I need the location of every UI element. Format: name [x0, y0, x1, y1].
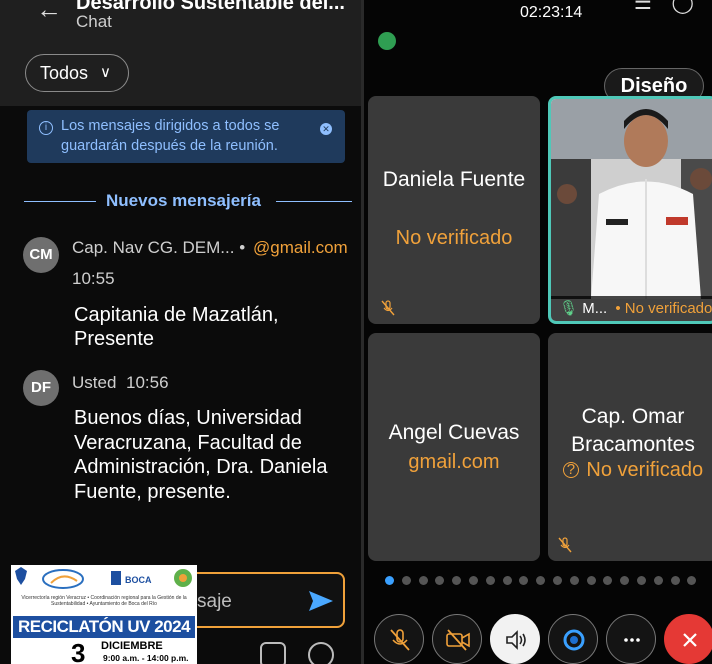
page-dot[interactable] — [519, 576, 529, 585]
participant-status: No verificado — [395, 227, 513, 249]
audience-filter-dropdown[interactable]: Todos ∨ — [25, 54, 129, 92]
poster-title: RECICLATÓN UV 2024 — [13, 616, 195, 638]
share-button[interactable] — [548, 614, 598, 664]
end-call-button[interactable] — [664, 614, 712, 664]
mute-button[interactable] — [374, 614, 424, 664]
poster-month: DICIEMBRE — [101, 640, 163, 652]
info-banner: i Los mensajes dirigidos a todos se guar… — [27, 110, 345, 163]
back-arrow-icon[interactable]: ← — [36, 0, 62, 25]
message-body: Capitania de Mazatlán, Presente — [74, 304, 279, 350]
page-dot[interactable] — [452, 576, 462, 585]
page-dot[interactable] — [586, 576, 596, 585]
filter-bar: Todos ∨ — [0, 38, 361, 106]
poster-subtitle: Vicerrectoría región Veracruz • Coordina… — [21, 595, 187, 607]
muted-mic-icon — [381, 300, 395, 316]
participant-name: Angel Cuevas — [388, 421, 520, 444]
reciclaton-poster-image: BOCA Vicerrectoría región Veracruz • Coo… — [11, 565, 197, 664]
filter-label: Todos — [40, 63, 89, 83]
chat-panel: ← Desarrollo Sustentable del... Chat Tod… — [0, 0, 361, 664]
participant-tile[interactable]: Angel Cuevas gmail.com — [368, 333, 540, 561]
participant-status: • No verificado — [615, 300, 712, 317]
page-dot[interactable] — [653, 576, 663, 585]
page-dot[interactable] — [469, 576, 478, 585]
muted-mic-icon — [390, 629, 410, 651]
participant-name: Daniela Fuente — [382, 168, 526, 191]
meeting-panel: 02:23:14 ☰ ◯ Diseño Daniela Fuente No ve… — [364, 0, 712, 664]
page-dot[interactable] — [637, 576, 646, 585]
new-messages-divider: Nuevos mensajería — [24, 190, 352, 214]
page-dot[interactable] — [569, 576, 579, 585]
participant-status: gmail.com — [408, 451, 500, 473]
avatar[interactable]: DF — [23, 370, 59, 406]
message-body: Buenos días, Universidad Veracruzana, Fa… — [74, 407, 328, 503]
muted-mic-icon — [558, 537, 572, 553]
chat-icon[interactable]: ◯ — [672, 0, 694, 14]
new-messages-label: Nuevos mensajería — [106, 191, 261, 210]
page-dot[interactable] — [435, 576, 445, 585]
page-dot[interactable] — [553, 576, 562, 585]
page-dot[interactable] — [502, 576, 512, 585]
page-dot[interactable] — [670, 576, 680, 585]
meeting-clock: 02:23:14 — [520, 4, 583, 21]
poster-logos: BOCA — [15, 567, 192, 589]
video-toggle-button[interactable] — [432, 614, 482, 664]
poster-logo-text: BOCA — [125, 575, 152, 585]
meeting-title: Desarrollo Sustentable del... — [76, 0, 345, 14]
poster-hours: 9:00 a.m. - 14:00 p.m. — [103, 653, 189, 663]
top-toolbar: ☰ ◯ — [634, 0, 694, 15]
mic-icon: 🎙 — [559, 300, 579, 317]
page-dot[interactable] — [603, 576, 613, 585]
participants-icon[interactable]: ☰ — [634, 0, 652, 14]
more-icon — [624, 638, 640, 642]
participant-label: 🎙 M... • No verificado — [551, 296, 712, 321]
participant-status-row: ? No verificado — [548, 459, 712, 482]
participant-name: Cap. Omar Bracamontes — [571, 405, 695, 456]
more-options-button[interactable] — [606, 614, 656, 664]
compose-toolbar — [258, 642, 348, 664]
chat-subtitle: Chat — [76, 12, 112, 31]
chevron-down-icon: ∨ — [100, 64, 111, 81]
page-dot[interactable] — [620, 576, 630, 585]
page-dot[interactable] — [401, 576, 411, 585]
speaker-icon — [506, 630, 526, 650]
help-icon: ? — [562, 462, 579, 478]
participant-status: No verificado — [586, 459, 704, 481]
webex-share-icon — [563, 629, 585, 651]
chat-header: ← Desarrollo Sustentable del... Chat — [0, 0, 361, 38]
participant-tile[interactable]: Cap. Omar Bracamontes ? No verificado — [548, 333, 712, 561]
participant-tile[interactable]: Daniela Fuente No verificado — [368, 96, 540, 324]
page-dot[interactable] — [485, 576, 495, 585]
send-icon[interactable] — [307, 587, 335, 615]
speaker-button[interactable] — [490, 614, 540, 664]
info-icon: i — [39, 121, 53, 135]
participant-video-tile[interactable]: 🎙 M... • No verificado — [548, 96, 712, 324]
gif-icon[interactable] — [260, 642, 286, 664]
video-off-icon — [446, 629, 470, 651]
page-indicator[interactable] — [385, 576, 705, 586]
message-time: 10:55 — [72, 269, 115, 288]
close-icon[interactable]: ✕ — [320, 123, 332, 135]
page-dot[interactable] — [536, 576, 546, 585]
participant-video — [551, 99, 712, 299]
page-dot[interactable] — [687, 576, 697, 585]
info-banner-text: Los mensajes dirigidos a todos se guarda… — [61, 118, 280, 154]
page-dot[interactable] — [418, 576, 428, 585]
divider-line — [276, 201, 352, 202]
close-icon — [683, 633, 697, 647]
call-controls — [364, 614, 712, 664]
connection-signal-icon — [378, 32, 396, 50]
avatar[interactable]: CM — [23, 237, 59, 273]
mention-icon[interactable] — [308, 642, 334, 664]
message-sender: Cap. Nav CG. DEM... • — [72, 238, 246, 257]
message-time: 10:56 — [126, 373, 169, 392]
page-dot[interactable] — [385, 576, 394, 585]
compose-placeholder: saje — [197, 591, 232, 612]
message-sender: Usted — [72, 373, 117, 392]
message-sender-email: @gmail.com — [253, 238, 348, 257]
poster-day: 3 — [71, 638, 86, 664]
participant-name: M... — [582, 300, 608, 317]
divider-line — [24, 201, 96, 202]
